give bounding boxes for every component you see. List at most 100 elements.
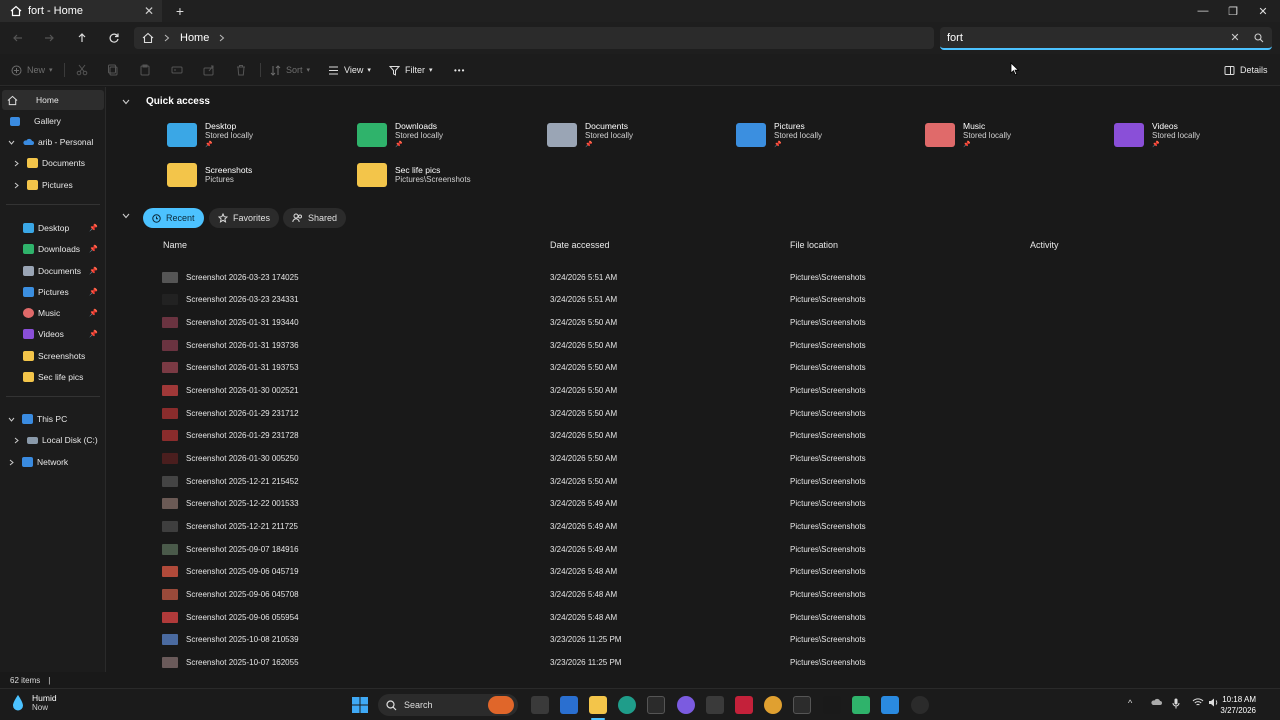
search-icon[interactable]	[1252, 31, 1266, 45]
store-bag-icon[interactable]	[706, 696, 724, 714]
chevron-down-icon[interactable]	[6, 417, 16, 422]
up-arrow-icon[interactable]	[74, 30, 90, 46]
acrobat-icon[interactable]	[735, 696, 753, 714]
sidebar-item-home[interactable]: Home	[2, 90, 104, 110]
chevron-right-icon[interactable]	[6, 459, 16, 466]
table-row[interactable]: Screenshot 2025-12-21 215452 3/24/2026 5:…	[162, 470, 1262, 493]
outlook-icon[interactable]	[560, 696, 578, 714]
table-row[interactable]: Screenshot 2025-09-06 045708 3/24/2026 5:…	[162, 583, 1262, 606]
column-header-location[interactable]: File location	[790, 240, 838, 250]
share-icon[interactable]	[203, 62, 215, 78]
whatsapp-like-icon[interactable]	[823, 696, 841, 714]
weather-widget[interactable]: Humid Now	[10, 693, 57, 713]
table-row[interactable]: Screenshot 2026-01-31 193736 3/24/2026 5:…	[162, 334, 1262, 357]
sidebar-item-screenshots[interactable]: Screenshots	[0, 346, 104, 366]
sidebar-item-pictures[interactable]: Pictures 📌	[0, 282, 104, 302]
recent-section-toggle[interactable]	[122, 213, 130, 219]
table-row[interactable]: Screenshot 2026-01-31 193753 3/24/2026 5:…	[162, 357, 1262, 380]
table-row[interactable]: Screenshot 2025-10-08 210539 3/23/2026 11…	[162, 628, 1262, 651]
wifi-icon[interactable]	[1192, 698, 1204, 707]
sidebar-item-this-pc[interactable]: This PC	[0, 409, 104, 429]
quick-access-item[interactable]: Music Stored locally 📌	[925, 119, 1105, 151]
address-bar[interactable]: Home	[134, 27, 934, 49]
copy-icon[interactable]	[107, 62, 119, 78]
table-row[interactable]: Screenshot 2026-01-30 002521 3/24/2026 5:…	[162, 379, 1262, 402]
chevron-down-icon[interactable]	[122, 99, 130, 105]
column-header-date[interactable]: Date accessed	[550, 240, 610, 250]
column-header-name[interactable]: Name	[163, 240, 187, 250]
taskbar-search[interactable]: Search	[378, 694, 518, 716]
sidebar-item-od-documents[interactable]: Documents	[0, 153, 104, 173]
table-row[interactable]: Screenshot 2026-03-23 234331 3/24/2026 5:…	[162, 289, 1262, 312]
refresh-icon[interactable]	[106, 30, 122, 46]
tab-close-icon[interactable]: ✕	[142, 4, 156, 18]
sidebar-item-documents[interactable]: Documents 📌	[0, 261, 104, 281]
details-button[interactable]: Details	[1224, 62, 1268, 78]
chevron-right-icon[interactable]	[11, 182, 21, 189]
game-icon[interactable]	[911, 696, 929, 714]
quick-access-item[interactable]: Desktop Stored locally 📌	[167, 119, 347, 151]
paste-icon[interactable]	[139, 62, 151, 78]
edge-icon[interactable]	[618, 696, 636, 714]
column-header-activity[interactable]: Activity	[1030, 240, 1059, 250]
pin-icon[interactable]: 📌	[89, 309, 98, 317]
pin-icon[interactable]: 📌	[89, 330, 98, 338]
quick-access-item[interactable]: Videos Stored locally 📌	[1114, 119, 1280, 151]
pin-icon[interactable]: 📌	[89, 267, 98, 275]
sidebar-item-videos[interactable]: Videos 📌	[0, 324, 104, 344]
sidebar-item-network[interactable]: Network	[0, 452, 104, 472]
table-row[interactable]: Screenshot 2026-01-29 231712 3/24/2026 5:…	[162, 402, 1262, 425]
tray-overflow-icon[interactable]: ^	[1128, 698, 1132, 708]
maximize-button[interactable]: ❐	[1218, 0, 1248, 22]
system-clock[interactable]: 10:18 AM 3/27/2026	[1220, 694, 1256, 716]
file-explorer-icon[interactable]	[589, 696, 607, 714]
quick-access-item[interactable]: Documents Stored locally 📌	[547, 119, 727, 151]
copilot-icon[interactable]	[677, 696, 695, 714]
quick-access-item[interactable]: Sec life pics Pictures\Screenshots	[357, 159, 537, 191]
sort-button[interactable]: Sort ▾	[270, 62, 310, 78]
table-row[interactable]: Screenshot 2026-01-31 193440 3/24/2026 5:…	[162, 311, 1262, 334]
tab-home[interactable]: fort - Home ✕	[0, 0, 162, 22]
table-row[interactable]: Screenshot 2025-12-21 211725 3/24/2026 5:…	[162, 515, 1262, 538]
tab-favorites[interactable]: Favorites	[209, 208, 280, 228]
sidebar-item-downloads[interactable]: Downloads 📌	[0, 239, 104, 259]
rename-icon[interactable]	[171, 62, 183, 78]
task-view-icon[interactable]	[531, 696, 549, 714]
table-row[interactable]: Screenshot 2026-01-29 231728 3/24/2026 5:…	[162, 425, 1262, 448]
sidebar-item-local-disk[interactable]: Local Disk (C:)	[0, 430, 104, 450]
sidebar-item-od-pictures[interactable]: Pictures	[0, 175, 104, 195]
sidebar-item-music[interactable]: Music 📌	[0, 303, 104, 323]
quick-access-item[interactable]: Downloads Stored locally 📌	[357, 119, 537, 151]
sidebar-item-sec-life-pics[interactable]: Sec life pics	[0, 367, 104, 387]
volume-icon[interactable]	[1208, 698, 1219, 707]
pin-icon[interactable]: 📌	[89, 224, 98, 232]
close-window-button[interactable]: ✕	[1248, 0, 1278, 22]
start-icon[interactable]	[351, 696, 369, 714]
cut-icon[interactable]	[76, 62, 88, 78]
more-options-button[interactable]: •••	[454, 62, 465, 78]
discord-icon[interactable]	[852, 696, 870, 714]
sidebar-item-gallery[interactable]: Gallery	[0, 111, 104, 131]
chevron-down-icon[interactable]	[6, 140, 16, 145]
table-row[interactable]: Screenshot 2025-09-07 184916 3/24/2026 5:…	[162, 538, 1262, 561]
home-icon[interactable]	[142, 32, 154, 44]
store-icon[interactable]	[647, 696, 665, 714]
table-row[interactable]: Screenshot 2026-01-30 005250 3/24/2026 5:…	[162, 447, 1262, 470]
back-arrow-icon[interactable]	[10, 30, 26, 46]
tab-recent[interactable]: Recent	[143, 208, 204, 228]
app-icon[interactable]	[764, 696, 782, 714]
table-row[interactable]: Screenshot 2025-09-06 045719 3/24/2026 5:…	[162, 560, 1262, 583]
microphone-icon[interactable]	[1172, 698, 1180, 709]
view-button[interactable]: View ▾	[328, 62, 371, 78]
breadcrumb-home[interactable]: Home	[180, 32, 209, 44]
chevron-right-icon[interactable]	[219, 34, 225, 42]
terminal-icon[interactable]	[793, 696, 811, 714]
app-f-icon[interactable]	[881, 696, 899, 714]
tab-shared[interactable]: Shared	[283, 208, 347, 228]
quick-access-item[interactable]: Screenshots Pictures	[167, 159, 347, 191]
new-button[interactable]: New ▾	[11, 62, 53, 78]
minimize-button[interactable]: —	[1188, 0, 1218, 22]
filter-button[interactable]: Filter ▾	[389, 62, 433, 78]
chevron-right-icon[interactable]	[11, 437, 21, 444]
onedrive-tray-icon[interactable]	[1150, 698, 1162, 706]
